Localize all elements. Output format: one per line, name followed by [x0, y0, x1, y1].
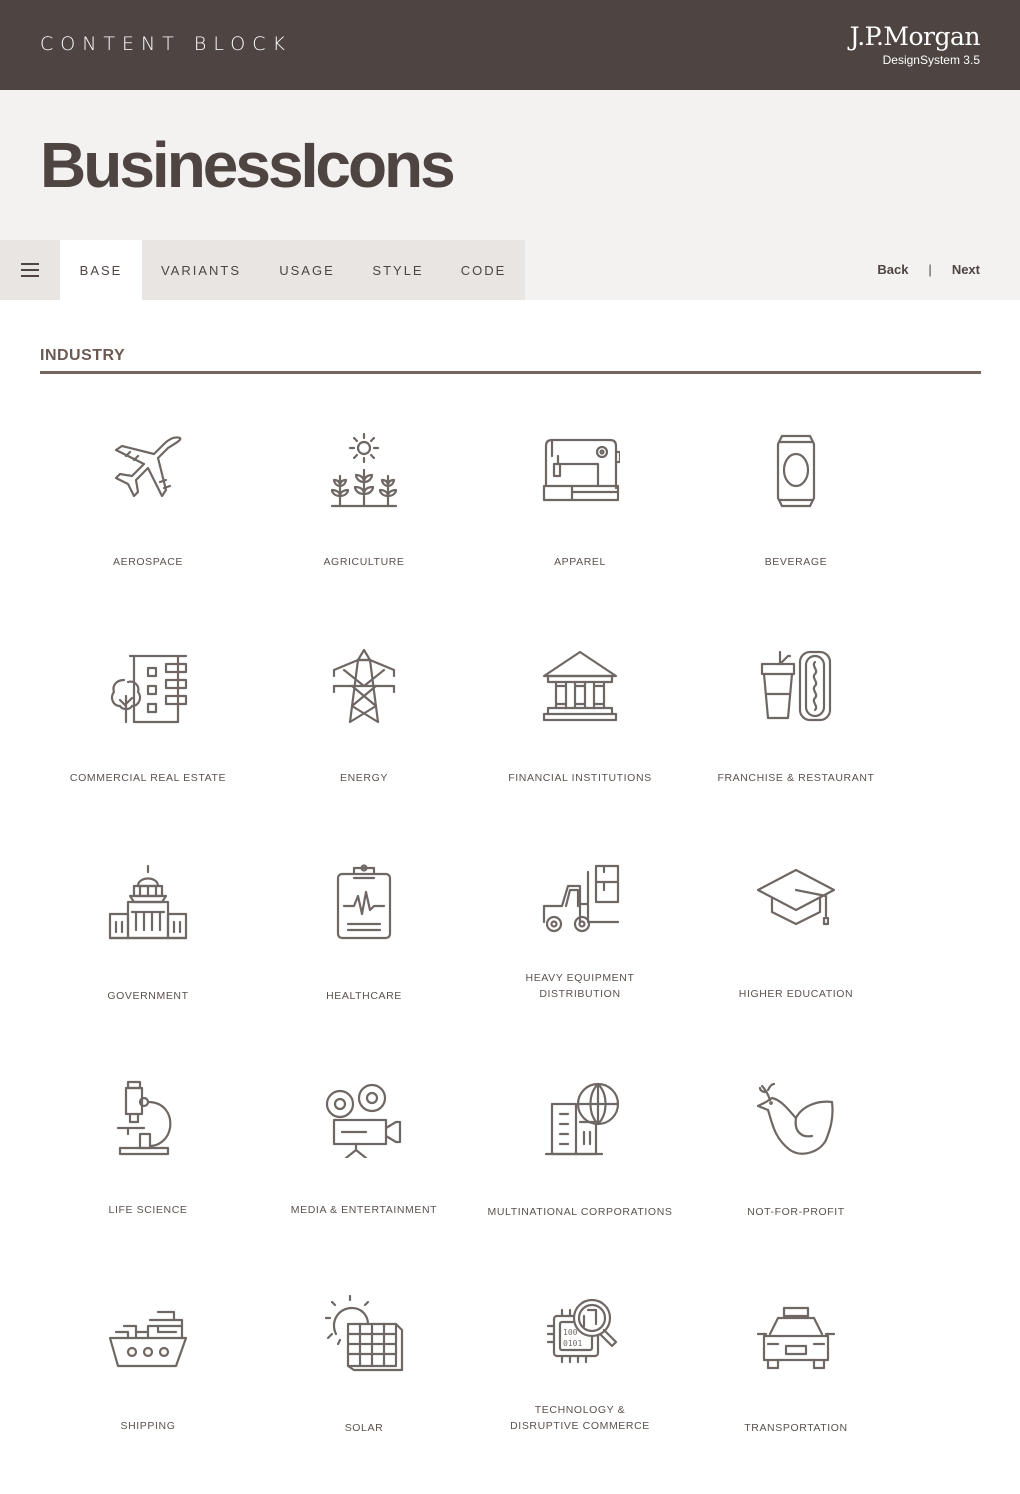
icon-label: BEVERAGE: [764, 556, 828, 568]
section-divider: [40, 371, 981, 374]
hero-panel: BusinessIcons BASE VARIANTS USAGE STYLE …: [0, 90, 1020, 300]
microscope-icon: [116, 1080, 172, 1156]
drink-hotdog-icon: [760, 650, 832, 722]
menu-button[interactable]: [0, 240, 60, 300]
icon-tile-technology[interactable]: 100 0101 TECHNOLOGY & DISRUPTIVE COMMERC…: [472, 1294, 688, 1494]
airplane-icon: [114, 436, 182, 498]
icon-tile-franchise-restaurant[interactable]: FRANCHISE & RESTAURANT: [688, 646, 904, 846]
clipboard-pulse-icon: [336, 864, 392, 940]
icon-label: HEALTHCARE: [326, 990, 402, 1002]
back-link[interactable]: Back: [877, 262, 908, 277]
pager: Back | Next: [877, 262, 980, 277]
icon-tile-higher-education[interactable]: HIGHER EDUCATION: [688, 862, 904, 1062]
icon-tile-aerospace[interactable]: AEROSPACE: [40, 430, 256, 630]
next-link[interactable]: Next: [952, 262, 980, 277]
graduation-cap-icon: [756, 868, 836, 926]
forklift-icon: [542, 864, 620, 933]
icon-label: MEDIA & ENTERTAINMENT: [290, 1204, 438, 1216]
buildings-globe-icon: [544, 1082, 620, 1156]
icon-label: GOVERNMENT: [107, 990, 189, 1002]
sprout-sun-icon: [330, 432, 398, 508]
chip-binary-line-1: 100: [563, 1328, 578, 1337]
page-title: BusinessIcons: [40, 129, 456, 201]
tab-style[interactable]: STYLE: [354, 240, 442, 300]
tab-bar: BASE VARIANTS USAGE STYLE CODE: [0, 240, 525, 300]
icon-label: ENERGY: [340, 772, 388, 784]
icon-tile-agriculture[interactable]: AGRICULTURE: [256, 430, 472, 630]
capitol-icon: [108, 864, 188, 940]
tab-code[interactable]: CODE: [442, 240, 525, 300]
sewing-machine-icon: [542, 438, 620, 502]
icon-label: HIGHER EDUCATION: [738, 988, 854, 1000]
icon-tile-transportation[interactable]: TRANSPORTATION: [688, 1294, 904, 1494]
pager-separator: |: [928, 262, 932, 277]
icon-label: AEROSPACE: [113, 556, 183, 568]
icon-label: HEAVY EQUIPMENT DISTRIBUTION: [525, 972, 635, 1000]
power-tower-icon: [332, 648, 396, 724]
icon-label: AGRICULTURE: [323, 556, 405, 568]
tab-base[interactable]: BASE: [60, 240, 142, 300]
icon-tile-heavy-equipment[interactable]: HEAVY EQUIPMENT DISTRIBUTION: [472, 862, 688, 1062]
building-tree-icon: [110, 654, 188, 724]
brand-subtitle: DesignSystem 3.5: [882, 53, 980, 67]
icon-tile-apparel[interactable]: APPAREL: [472, 430, 688, 630]
icon-label: SOLAR: [344, 1422, 384, 1434]
cargo-ship-icon: [108, 1310, 188, 1368]
icon-label: LIFE SCIENCE: [108, 1204, 188, 1216]
icon-tile-healthcare[interactable]: HEALTHCARE: [256, 862, 472, 1062]
film-camera-icon: [325, 1083, 402, 1158]
icon-tile-energy[interactable]: ENERGY: [256, 646, 472, 846]
icon-tile-not-for-profit[interactable]: NOT-FOR-PROFIT: [688, 1078, 904, 1278]
solar-panel-icon: [324, 1294, 404, 1372]
top-header: CONTENT BLOCK J.P.Morgan DesignSystem 3.…: [0, 0, 1020, 90]
tab-usage[interactable]: USAGE: [260, 240, 354, 300]
icon-label: NOT-FOR-PROFIT: [747, 1206, 845, 1218]
chip-binary-line-2: 0101: [563, 1339, 582, 1348]
section-title: INDUSTRY: [40, 347, 126, 364]
icon-tile-financial-institutions[interactable]: FINANCIAL INSTITUTIONS: [472, 646, 688, 846]
icon-label: FINANCIAL INSTITUTIONS: [508, 772, 652, 784]
icon-label: APPAREL: [554, 556, 606, 568]
bank-icon: [542, 650, 618, 722]
icon-tile-life-science[interactable]: LIFE SCIENCE: [40, 1078, 256, 1278]
icon-tile-government[interactable]: GOVERNMENT: [40, 862, 256, 1062]
icon-label: TECHNOLOGY & DISRUPTIVE COMMERCE: [510, 1404, 650, 1432]
can-icon: [776, 434, 816, 508]
taxi-icon: [756, 1306, 836, 1370]
icon-tile-shipping[interactable]: SHIPPING: [40, 1294, 256, 1494]
icon-label: FRANCHISE & RESTAURANT: [717, 772, 875, 784]
icon-label: SHIPPING: [120, 1420, 176, 1432]
brand-wordmark: J.P.Morgan: [849, 22, 981, 51]
icon-label: COMMERCIAL REAL ESTATE: [69, 772, 227, 784]
icon-tile-beverage[interactable]: BEVERAGE: [688, 430, 904, 630]
brand-logo[interactable]: J.P.Morgan DesignSystem 3.5: [849, 22, 981, 68]
tab-variants[interactable]: VARIANTS: [142, 240, 260, 300]
hamburger-icon: [21, 263, 39, 277]
chip-magnifier-icon: 100 0101: [546, 1298, 618, 1364]
icon-tile-multinational[interactable]: MULTINATIONAL CORPORATIONS: [472, 1078, 688, 1278]
icon-tile-commercial-real-estate[interactable]: COMMERCIAL REAL ESTATE: [40, 646, 256, 846]
icon-tile-solar[interactable]: SOLAR: [256, 1294, 472, 1494]
icon-label: TRANSPORTATION: [744, 1422, 848, 1434]
icon-tile-media-entertainment[interactable]: MEDIA & ENTERTAINMENT: [256, 1078, 472, 1278]
dove-icon: [756, 1082, 834, 1155]
header-title: CONTENT BLOCK: [40, 33, 292, 55]
icon-label: MULTINATIONAL CORPORATIONS: [487, 1206, 673, 1218]
